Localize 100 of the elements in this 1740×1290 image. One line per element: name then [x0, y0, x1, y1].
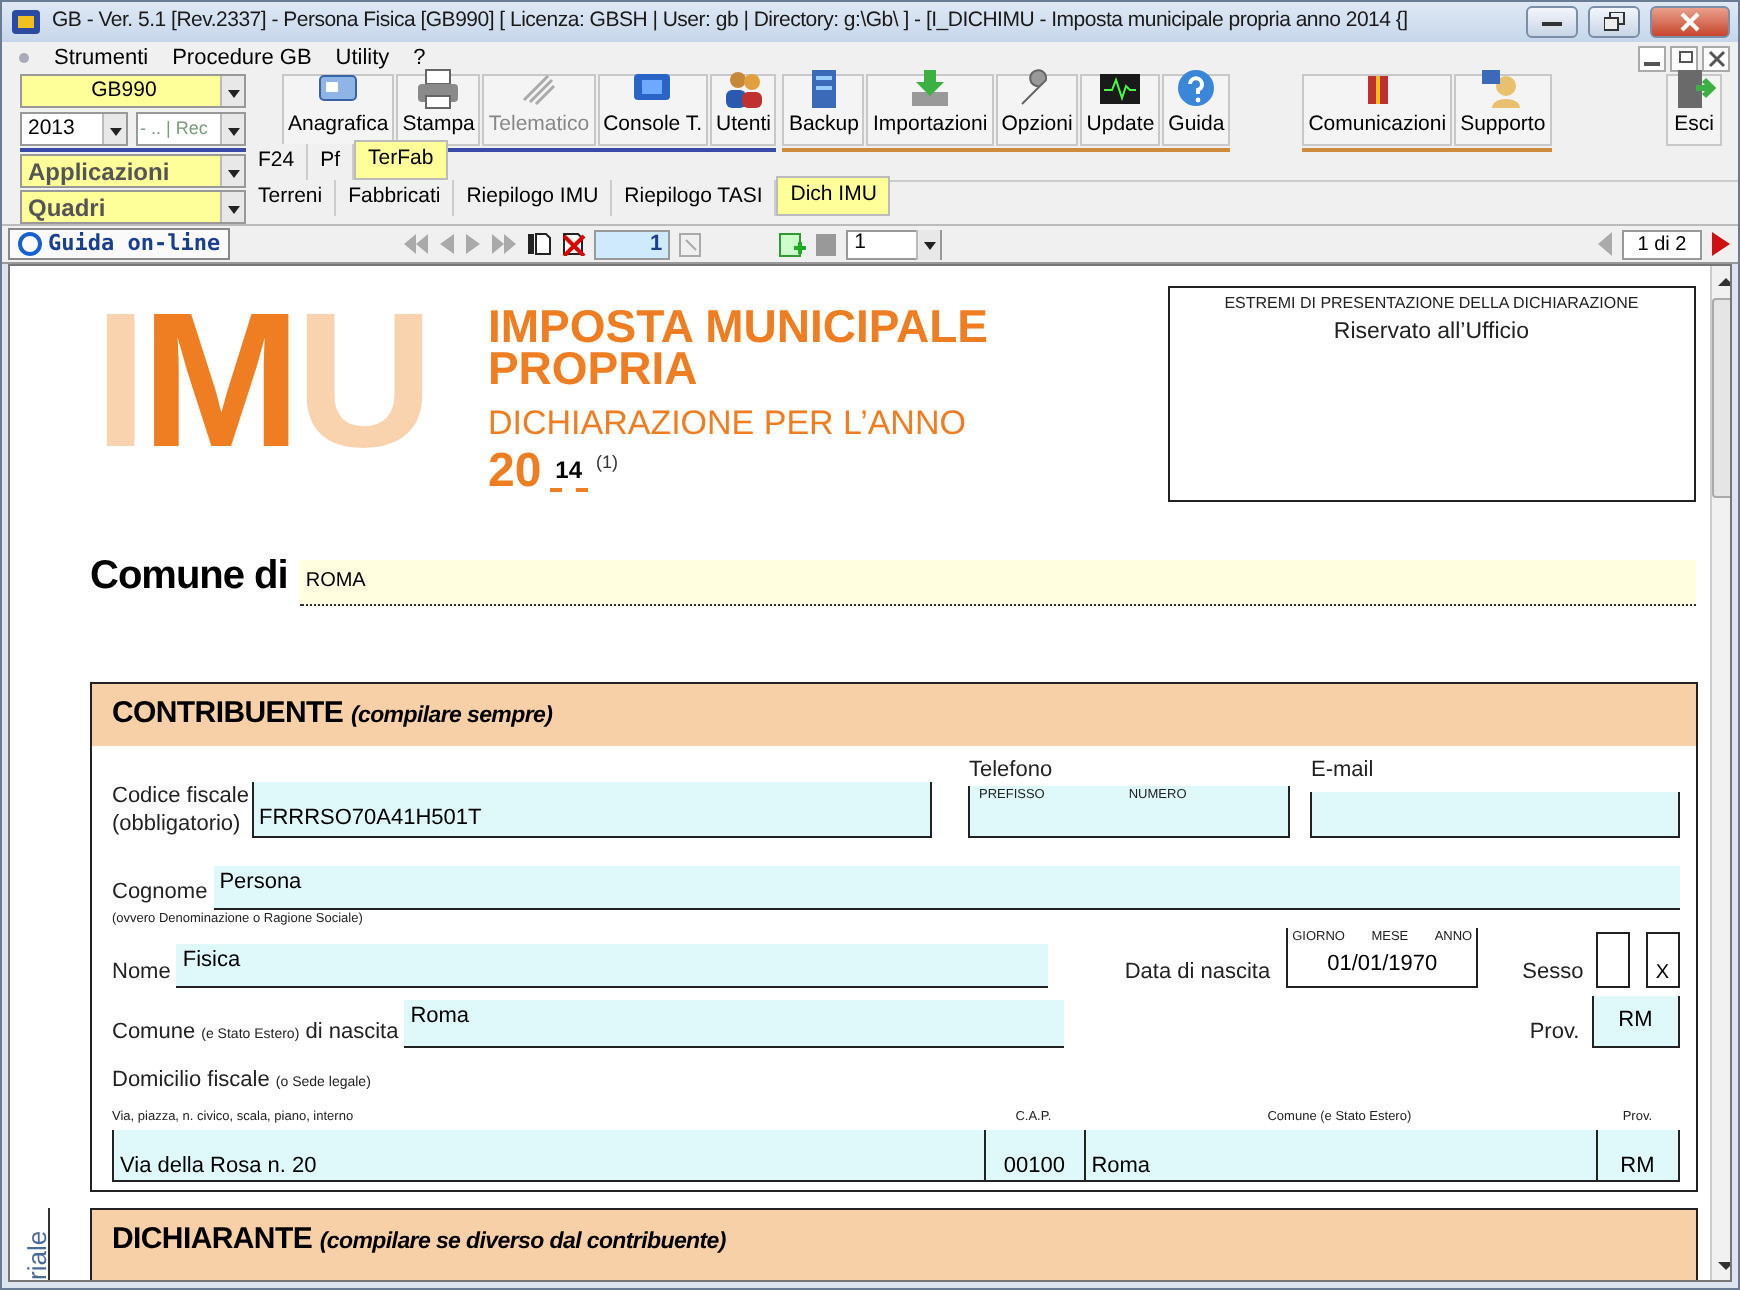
- menu-item[interactable]: Strumenti: [54, 41, 149, 75]
- toolbar-button[interactable]: Stampa: [396, 74, 481, 146]
- province-field[interactable]: RM: [1591, 996, 1680, 1049]
- office-heading: ESTREMI DI PRESENTAZIONE DELLA DICHIARAZIONE: [1222, 292, 1641, 316]
- toolbar-button[interactable]: Backup: [782, 74, 865, 146]
- year-select[interactable]: 2013: [20, 112, 128, 146]
- province-label: Prov.: [1529, 1017, 1580, 1048]
- tab[interactable]: Riepilogo TASI: [612, 180, 777, 216]
- scroll-down-icon: [1716, 1258, 1730, 1274]
- first-icon: [402, 232, 431, 256]
- menu-item[interactable]: Utility: [335, 41, 390, 75]
- domicile-field[interactable]: 00100: [983, 1130, 1084, 1183]
- toolbar-button[interactable]: Comunicazioni: [1302, 74, 1453, 146]
- toolbar-button[interactable]: Utenti: [710, 74, 777, 146]
- surname-field[interactable]: Persona: [213, 865, 1680, 909]
- toolbar-button[interactable]: Supporto: [1454, 74, 1552, 146]
- email-field[interactable]: [1310, 792, 1680, 837]
- restore-button[interactable]: [1670, 45, 1698, 71]
- domicile-field[interactable]: RM: [1595, 1130, 1680, 1183]
- sections-select[interactable]: Quadri: [20, 190, 246, 224]
- applications-select[interactable]: Applicazioni: [20, 154, 246, 188]
- footnote-mark: (1): [596, 449, 619, 476]
- year-field[interactable]: 14: [549, 451, 589, 491]
- imu-logo: IMU: [94, 302, 428, 492]
- close-button[interactable]: [1702, 45, 1730, 71]
- minimize-icon: [1542, 16, 1562, 28]
- side-label: riale: [18, 1208, 50, 1280]
- bullet-icon: [18, 52, 30, 64]
- tab[interactable]: Pf: [308, 144, 355, 180]
- exit-button[interactable]: Esci: [1666, 74, 1722, 146]
- close-button[interactable]: [1650, 6, 1730, 38]
- sex-checkbox[interactable]: [1595, 932, 1630, 989]
- phone-label: Telefono: [968, 755, 1055, 785]
- help-icon: [1174, 68, 1219, 111]
- tab[interactable]: TerFab: [354, 140, 448, 180]
- next-icon: [464, 232, 483, 256]
- close-icon: [1680, 12, 1700, 32]
- record-field[interactable]: 1: [594, 229, 671, 259]
- scroll-up-icon: [1716, 274, 1730, 290]
- birth-place-field[interactable]: Roma: [404, 1000, 1065, 1049]
- toolbar-button[interactable]: Anagrafica: [282, 74, 395, 146]
- close-icon: [1707, 49, 1725, 67]
- email-label: E-mail: [1310, 755, 1376, 785]
- square-icon: [814, 231, 839, 257]
- door-icon: [1672, 68, 1716, 111]
- people-icon: [721, 68, 766, 111]
- tax-code-label: Codice fiscale (obbligatorio): [112, 781, 249, 837]
- tab[interactable]: Fabbricati: [336, 180, 455, 216]
- help-link[interactable]: Guida on-line: [8, 228, 231, 260]
- section-header: CONTRIBUENTE (compilare sempre): [92, 684, 1696, 745]
- form-subtitle: DICHIARAZIONE PER L’ANNO: [487, 402, 968, 446]
- menu-item[interactable]: ?: [413, 41, 426, 75]
- delete-icon: [560, 232, 587, 256]
- toolbar-button[interactable]: Console T.: [597, 74, 709, 146]
- page-icon: [526, 232, 553, 256]
- municipality-label: Comune di: [90, 552, 288, 602]
- company-select[interactable]: GB990: [20, 74, 246, 108]
- birth-date-label: Data di nascita: [1124, 957, 1271, 988]
- globe-icon: [18, 232, 42, 256]
- form-title: IMPOSTA MUNICIPALE: [487, 306, 988, 348]
- sex-checkbox[interactable]: X: [1645, 932, 1680, 989]
- year-prefix: 20: [487, 449, 542, 491]
- tab[interactable]: Riepilogo IMU: [454, 180, 613, 216]
- page-select[interactable]: 1: [846, 229, 943, 259]
- tab[interactable]: Terreni: [246, 180, 337, 216]
- window-title: GB - Ver. 5.1 [Rev.2337] - Persona Fisica [GB990] [ Licenza: GBSH | User: gb | Directory: g:\Gb\ ] - [I_DICHIMU - Imposta municipale propria anno 2014 {]: [52, 6, 1410, 37]
- person-icon: [1480, 68, 1525, 111]
- name-field[interactable]: Fisica: [176, 944, 1049, 989]
- office-text: Riservato all’Ufficio: [1331, 318, 1531, 348]
- download-icon: [908, 68, 953, 111]
- toolbar-button[interactable]: Importazioni: [866, 74, 994, 146]
- toolbar-button[interactable]: Update: [1080, 74, 1161, 146]
- minimize-icon: [1644, 61, 1660, 65]
- section-header: DICHIARANTE (compilare se diverso dal contribuente): [90, 1208, 1698, 1280]
- minimize-button[interactable]: [1638, 45, 1666, 71]
- previous-icon: [438, 232, 457, 256]
- domicile-field[interactable]: Via della Rosa n. 20: [112, 1130, 984, 1183]
- domicile-field[interactable]: Roma: [1083, 1130, 1596, 1183]
- municipality-field[interactable]: ROMA: [299, 560, 1696, 606]
- tab[interactable]: Dich IMU: [776, 176, 891, 216]
- add-icon: [778, 231, 807, 257]
- toolbar-button[interactable]: Opzioni: [995, 74, 1079, 146]
- page-counter: 1 di 2: [1622, 229, 1702, 259]
- menu-item[interactable]: Procedure GB: [172, 41, 312, 75]
- last-icon: [490, 232, 519, 256]
- minimize-button[interactable]: [1526, 6, 1578, 38]
- next-icon: [1710, 230, 1732, 258]
- document-icon: [678, 231, 703, 257]
- restore-button[interactable]: [1588, 6, 1640, 38]
- name-label: Nome: [112, 957, 171, 988]
- printer-icon: [416, 68, 461, 111]
- restore-icon: [1603, 12, 1625, 32]
- sex-label: Sesso: [1522, 957, 1584, 988]
- tax-code-field[interactable]: FRRRSO70A41H501T: [252, 781, 933, 837]
- surname-label: Cognome: [112, 878, 208, 908]
- previous-icon: [1596, 230, 1614, 258]
- restore-icon: [1675, 49, 1693, 67]
- app-logo-icon: [10, 6, 42, 38]
- form-title: PROPRIA: [487, 348, 700, 390]
- toolbar-button[interactable]: Guida: [1162, 74, 1231, 146]
